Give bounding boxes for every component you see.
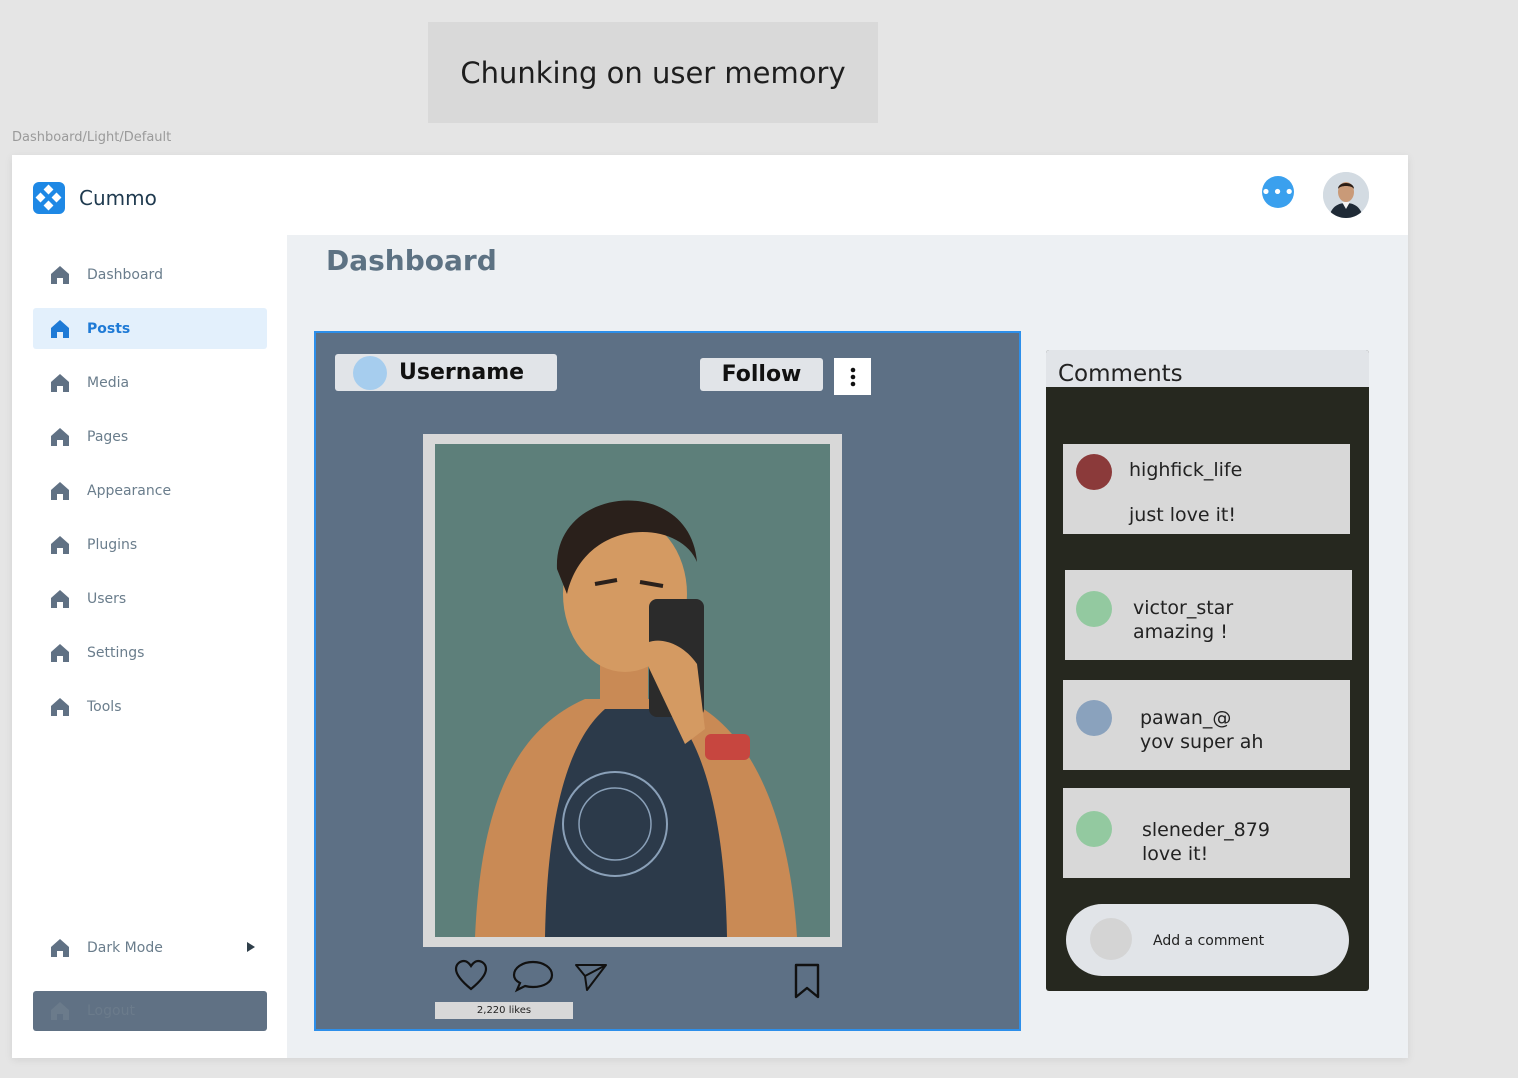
- avatar: [1076, 811, 1112, 847]
- home-icon: [48, 999, 72, 1023]
- home-icon: [48, 317, 72, 341]
- send-icon[interactable]: [574, 962, 608, 996]
- avatar: [353, 355, 387, 390]
- sidebar-item-users[interactable]: Users: [33, 578, 267, 619]
- brand-name: Cummo: [79, 186, 157, 210]
- chat-bubble-icon[interactable]: •••: [1261, 176, 1294, 208]
- comment-item: pawan_@ yov super ah: [1063, 680, 1350, 770]
- sidebar-item-appearance[interactable]: Appearance: [33, 470, 267, 511]
- post-username: Username: [399, 360, 525, 385]
- sidebar-item-label: Media: [87, 374, 130, 391]
- sidebar-item-label: Plugins: [87, 536, 138, 553]
- sidebar-item-label: Settings: [87, 644, 145, 661]
- comment-icon[interactable]: [512, 959, 554, 997]
- post-author[interactable]: Username: [335, 354, 557, 391]
- dashboard-frame: Cummo Dashboard Posts Media Pages Appear…: [12, 155, 1408, 1058]
- comment-text: yov super ah: [1140, 731, 1264, 753]
- home-icon: [48, 479, 72, 503]
- sidebar-item-tools[interactable]: Tools: [33, 686, 267, 727]
- sidebar: Cummo Dashboard Posts Media Pages Appear…: [12, 155, 287, 1058]
- sidebar-item-settings[interactable]: Settings: [33, 632, 267, 673]
- logout-button[interactable]: Logout: [33, 991, 267, 1031]
- home-icon: [48, 371, 72, 395]
- brand-logo-icon: [33, 182, 65, 214]
- sidebar-item-media[interactable]: Media: [33, 362, 267, 403]
- bookmark-icon[interactable]: [793, 963, 821, 1003]
- add-comment-input[interactable]: Add a comment: [1066, 904, 1349, 976]
- brand[interactable]: Cummo: [33, 182, 157, 214]
- home-icon: [48, 425, 72, 449]
- avatar: [1076, 454, 1112, 490]
- comment-text: amazing !: [1133, 621, 1228, 643]
- more-vertical-icon[interactable]: [834, 358, 871, 395]
- avatar: [1076, 591, 1112, 627]
- annotation-note-text: Chunking on user memory: [460, 55, 846, 90]
- home-icon: [48, 263, 72, 287]
- comments-panel: Comments highfick_life just love it! vic…: [1046, 350, 1369, 991]
- post-image-frame: [423, 434, 842, 947]
- sidebar-item-pages[interactable]: Pages: [33, 416, 267, 457]
- home-icon: [48, 587, 72, 611]
- post-card: Username Follow 2,220 likes: [314, 331, 1021, 1031]
- comment-username[interactable]: pawan_@: [1140, 707, 1231, 729]
- home-icon: [48, 641, 72, 665]
- sidebar-item-posts[interactable]: Posts: [33, 308, 267, 349]
- sidebar-nav: Dashboard Posts Media Pages Appearance P…: [33, 254, 267, 740]
- dark-mode-label: Dark Mode: [87, 939, 163, 956]
- home-icon: [48, 936, 72, 960]
- home-icon: [48, 533, 72, 557]
- sidebar-item-dashboard[interactable]: Dashboard: [33, 254, 267, 295]
- top-bar: •••: [287, 155, 1408, 235]
- comment-item: highfick_life just love it!: [1063, 444, 1350, 534]
- user-avatar[interactable]: [1323, 172, 1369, 218]
- comment-username[interactable]: highfick_life: [1129, 459, 1242, 481]
- logout-label: Logout: [87, 1003, 135, 1019]
- sidebar-item-label: Users: [87, 590, 127, 607]
- avatar: [1090, 918, 1132, 960]
- add-comment-placeholder: Add a comment: [1153, 933, 1265, 949]
- heart-icon[interactable]: [454, 959, 488, 995]
- home-icon: [48, 695, 72, 719]
- sidebar-item-plugins[interactable]: Plugins: [33, 524, 267, 565]
- sidebar-item-label: Tools: [87, 698, 122, 715]
- chevron-right-icon: [247, 942, 255, 952]
- frame-label: Dashboard/Light/Default: [12, 130, 172, 145]
- post-image[interactable]: [435, 444, 830, 937]
- likes-count: 2,220 likes: [435, 1002, 573, 1019]
- comment-item: sleneder_879 love it!: [1063, 788, 1350, 878]
- comment-text: just love it!: [1129, 504, 1236, 526]
- comment-text: love it!: [1142, 843, 1209, 865]
- sidebar-item-label: Dashboard: [87, 266, 163, 283]
- comment-item: victor_star amazing !: [1065, 570, 1352, 660]
- sidebar-item-label: Posts: [87, 320, 131, 337]
- comments-title: Comments: [1046, 350, 1369, 387]
- annotation-note: Chunking on user memory: [428, 22, 878, 123]
- page-title: Dashboard: [326, 244, 497, 277]
- avatar: [1076, 700, 1112, 736]
- dark-mode-toggle[interactable]: Dark Mode: [33, 927, 267, 968]
- sidebar-item-label: Pages: [87, 428, 129, 445]
- comment-username[interactable]: sleneder_879: [1142, 819, 1270, 841]
- follow-button[interactable]: Follow: [700, 358, 823, 391]
- comment-username[interactable]: victor_star: [1133, 597, 1233, 619]
- sidebar-item-label: Appearance: [87, 482, 172, 499]
